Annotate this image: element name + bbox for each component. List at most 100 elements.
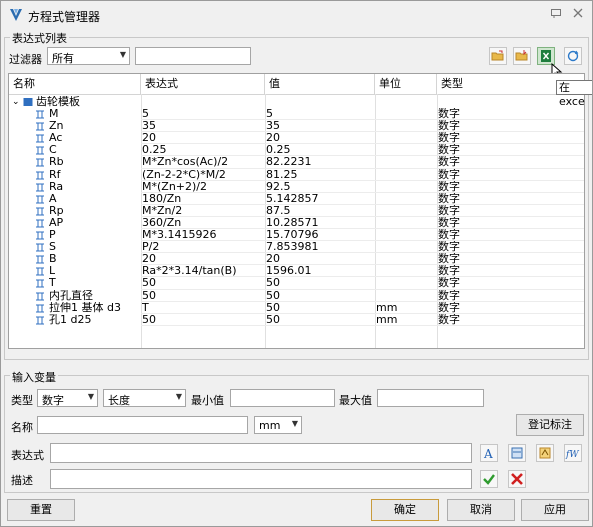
cell-name: 孔1 d25: [49, 313, 92, 326]
max-value-input[interactable]: [377, 389, 484, 407]
variable-icon: [36, 110, 44, 119]
cell-name: B: [49, 253, 57, 266]
cell-name: M: [49, 108, 59, 120]
row-divider: [141, 324, 584, 326]
variable-icon: [36, 195, 44, 204]
variable-icon: [36, 183, 44, 192]
variable-icon: [36, 219, 44, 228]
filter-text-input[interactable]: [135, 47, 251, 65]
variable-icon: [539, 447, 551, 459]
expression-table: 名称 表达式 值 单位 类型 ⌄ 齿轮模板 M 5 5 数字 Zn 35 35 数字 Ac 20 2…: [8, 73, 585, 349]
input-variable-label: 输入变量: [10, 369, 58, 385]
excel-tooltip: 在exce: [556, 80, 592, 108]
import-icon: [515, 50, 528, 61]
expression-label: 表达式: [11, 449, 44, 462]
table-header: 名称 表达式 值 单位 类型: [9, 74, 584, 95]
column-header-expression[interactable]: 表达式: [141, 74, 265, 94]
svg-text:fW: fW: [565, 450, 579, 460]
function-a-button[interactable]: A: [480, 444, 498, 462]
group-name: 齿轮模板: [36, 96, 80, 108]
window-title: 方程式管理器: [28, 10, 101, 24]
cell-name: AP: [49, 216, 64, 229]
calculator-icon: [511, 447, 523, 459]
chevron-down-icon: ▼: [119, 50, 126, 59]
calculator-button[interactable]: [508, 444, 526, 462]
excel-export-icon: [541, 50, 551, 62]
refresh-button[interactable]: [564, 47, 582, 65]
unit-kind-value: 长度: [108, 394, 130, 407]
close-icon[interactable]: [571, 7, 585, 21]
refresh-icon: [567, 50, 579, 62]
cell-name: S: [49, 241, 56, 254]
ok-button[interactable]: 确定: [371, 499, 439, 521]
title-bar[interactable]: 方程式管理器: [1, 1, 592, 29]
cell-name: 内孔直径: [49, 289, 93, 302]
variable-icon: [36, 304, 44, 313]
unit-value: mm: [259, 419, 281, 432]
variable-icon: [36, 171, 44, 179]
type-label: 类型: [11, 394, 33, 407]
filter-value: 所有: [52, 52, 74, 65]
open-folder-button[interactable]: [489, 47, 507, 65]
function-a-icon: A: [483, 447, 493, 461]
pin-icon[interactable]: [549, 7, 563, 21]
app-logo-icon: [10, 9, 22, 21]
formula-button[interactable]: fW: [564, 444, 582, 462]
max-value-label: 最大值: [339, 394, 372, 407]
cell-name: A: [49, 192, 57, 205]
confirm-button[interactable]: [480, 470, 498, 488]
cell-name: L: [49, 265, 56, 278]
column-header-value[interactable]: 值: [265, 74, 375, 94]
cancel-button[interactable]: 取消: [447, 499, 515, 521]
variable-icon: [36, 158, 44, 167]
variable-icon: [36, 243, 44, 252]
variable-icon: [36, 255, 44, 264]
chevron-down-icon: ▼: [291, 419, 298, 428]
unit-kind-dropdown[interactable]: 长度 ▼: [103, 389, 186, 407]
expression-list-label: 表达式列表: [10, 30, 69, 46]
type-dropdown[interactable]: 数字 ▼: [37, 389, 98, 407]
description-input[interactable]: [50, 469, 472, 489]
cell-name: Ra: [49, 180, 64, 193]
cell-name: Ac: [49, 132, 63, 145]
reset-button[interactable]: 重置: [7, 499, 75, 521]
cell-name: Zn: [49, 120, 64, 133]
filter-label: 过滤器: [9, 53, 42, 66]
formula-icon: fW: [565, 450, 579, 460]
expand-chevron-icon[interactable]: ⌄: [12, 96, 20, 108]
min-value-input[interactable]: [230, 389, 335, 407]
column-header-unit[interactable]: 单位: [375, 74, 437, 94]
chevron-down-icon: ▼: [87, 392, 94, 401]
cell-name: C: [49, 144, 57, 157]
variable-button[interactable]: [536, 444, 554, 462]
variable-icon: [36, 231, 44, 240]
apply-button[interactable]: 应用: [521, 499, 589, 521]
cell-name: T: [49, 277, 56, 290]
expression-input[interactable]: [50, 443, 472, 463]
filter-dropdown[interactable]: 所有 ▼: [47, 47, 130, 65]
import-button[interactable]: [513, 47, 531, 65]
name-label: 名称: [11, 421, 33, 434]
unit-dropdown[interactable]: mm ▼: [254, 416, 302, 434]
open-folder-icon: [491, 50, 504, 61]
variable-icon: [36, 316, 44, 325]
cell-name: Rb: [49, 156, 64, 169]
tree-group-row[interactable]: ⌄ 齿轮模板: [9, 96, 584, 108]
cross-icon: [511, 473, 523, 485]
discard-button[interactable]: [508, 470, 526, 488]
svg-text:A: A: [483, 447, 493, 461]
name-input[interactable]: [37, 416, 248, 434]
equation-manager-dialog: 方程式管理器 表达式列表 过滤器 所有 ▼ 名称 表达式 值 单位 类型 ⌄ 齿…: [0, 0, 593, 527]
variable-icon: [36, 207, 44, 216]
register-annotation-button[interactable]: 登记标注: [516, 414, 584, 436]
variable-icon: [36, 292, 44, 300]
type-value: 数字: [42, 394, 64, 407]
variable-icon: [36, 134, 44, 143]
cell-name: P: [49, 229, 56, 241]
cell-name: 拉伸1 基体 d3: [49, 301, 121, 314]
description-label: 描述: [11, 474, 33, 487]
variable-icon: [36, 279, 44, 288]
check-icon: [483, 474, 495, 485]
variable-icon: [36, 146, 44, 155]
column-header-name[interactable]: 名称: [9, 74, 141, 94]
